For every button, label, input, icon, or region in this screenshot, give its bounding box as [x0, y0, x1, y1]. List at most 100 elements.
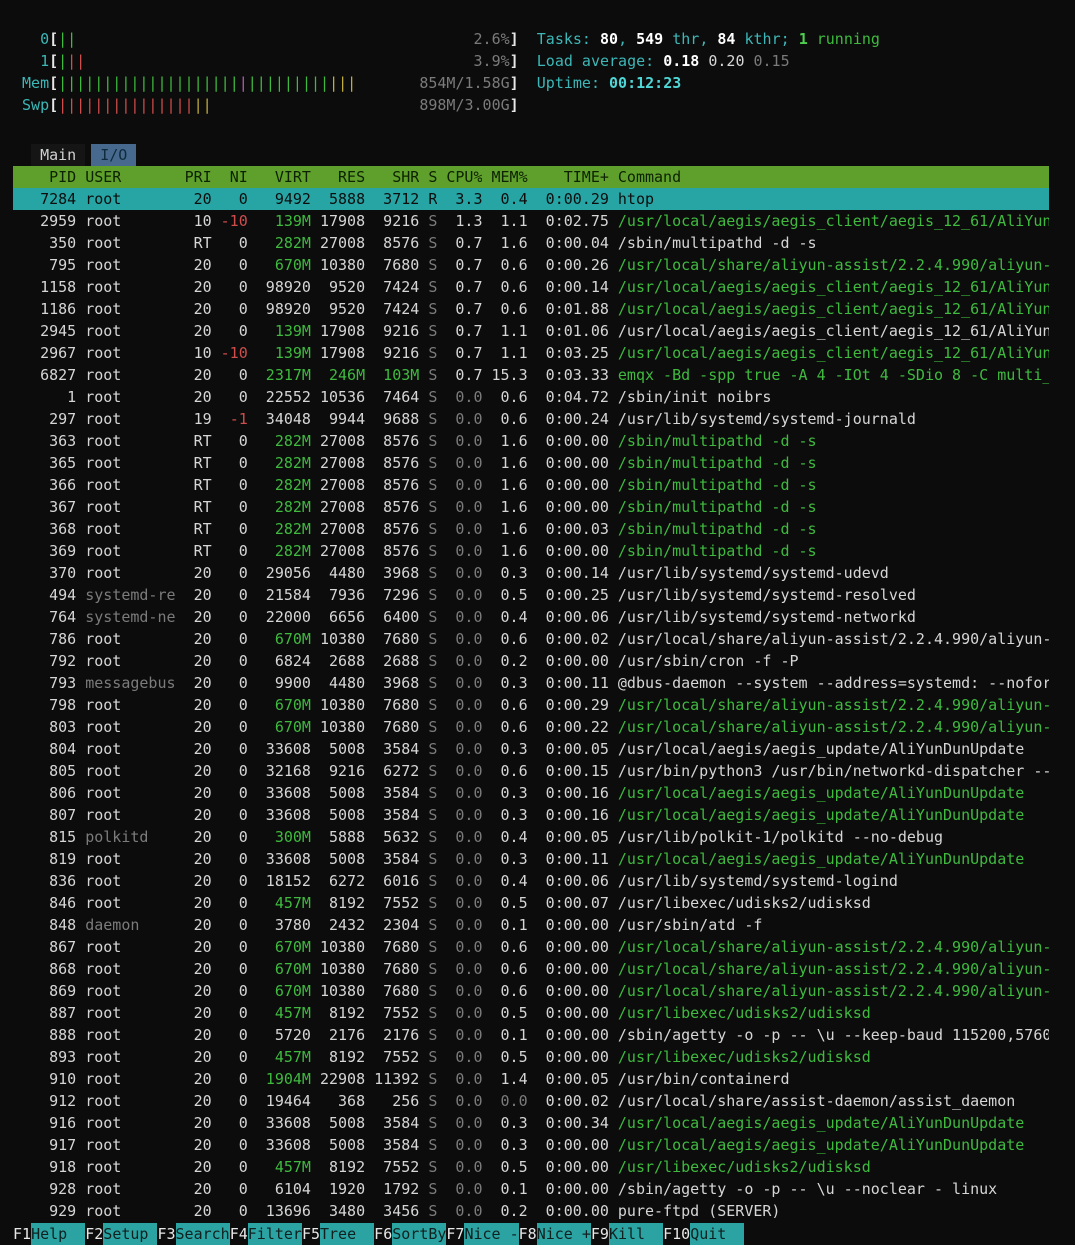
cell-cmd: /usr/sbin/cron -f -P	[617, 652, 799, 670]
process-row[interactable]: 1186 root 20 0 98920 9520 7424 S 0.7 0.6 0:01.88/u…	[13, 298, 1049, 320]
col-header-mem[interactable]: MEM%	[482, 166, 528, 188]
col-header-pri[interactable]: PRI	[185, 166, 212, 188]
process-row[interactable]: 792 root 20 0 6824 2688 2688 S 0.0 0.2 0:00.00/usr…	[13, 650, 1049, 672]
col-header-res[interactable]: RES	[311, 166, 365, 188]
process-row[interactable]: 2959 root 10 -10 139M 17908 9216 S 1.3 1.1 0:02.75…	[13, 210, 1049, 232]
process-row[interactable]: 917 root 20 0 33608 5008 3584 S 0.0 0.3 0:00.00/us…	[13, 1134, 1049, 1156]
process-row[interactable]: 2967 root 10 -10 139M 17908 9216 S 0.7 1.1 0:03.25…	[13, 342, 1049, 364]
tab-main[interactable]: Main	[31, 144, 86, 166]
process-row[interactable]: 803 root 20 0 670M 10380 7680 S 0.0 0.6 0:00.22/us…	[13, 716, 1049, 738]
process-row[interactable]: 918 root 20 0 457M 8192 7552 S 0.0 0.5 0:00.00/usr…	[13, 1156, 1049, 1178]
process-row[interactable]: 819 root 20 0 33608 5008 3584 S 0.0 0.3 0:00.11/us…	[13, 848, 1049, 870]
process-row[interactable]: 887 root 20 0 457M 8192 7552 S 0.0 0.5 0:00.00/usr…	[13, 1002, 1049, 1024]
process-row[interactable]: 793 messagebus 20 0 9900 4480 3968 S 0.0 0.3 0:00.…	[13, 672, 1049, 694]
cell-mem: 0.6	[500, 696, 528, 714]
process-row[interactable]: 369 root RT 0 282M 27008 8576 S 0.0 1.6 0:00.00/sb…	[13, 540, 1049, 562]
fkey-f6[interactable]: F6SortBy	[374, 1223, 446, 1245]
cell-virt: 18152	[265, 872, 311, 890]
process-row[interactable]: 370 root 20 0 29056 4480 3968 S 0.0 0.3 0:00.14/us…	[13, 562, 1049, 584]
cell-s: S	[428, 256, 438, 274]
col-header-virt[interactable]: VIRT	[248, 166, 311, 188]
process-row[interactable]: 807 root 20 0 33608 5008 3584 S 0.0 0.3 0:00.16/us…	[13, 804, 1049, 826]
col-header-state[interactable]: S	[419, 166, 437, 188]
process-row-selected[interactable]: 7284 root 20 0 9492 5888 3712 R 3.3 0.4 0:00.29 hto…	[13, 188, 1049, 210]
process-row[interactable]: 1158 root 20 0 98920 9520 7424 S 0.7 0.6 0:00.14/u…	[13, 276, 1049, 298]
process-row[interactable]: 297 root 19 -1 34048 9944 9688 S 0.0 0.6 0:00.24/u…	[13, 408, 1049, 430]
cell-user: root	[85, 278, 122, 296]
cell-mem: 0.3	[500, 674, 528, 692]
fkey-f7[interactable]: F7Nice -	[446, 1223, 519, 1245]
process-row[interactable]: 846 root 20 0 457M 8192 7552 S 0.0 0.5 0:00.07/usr…	[13, 892, 1049, 914]
fkey-f10[interactable]: F10Quit	[663, 1223, 745, 1245]
cell-virt: 22000	[265, 608, 311, 626]
cell-virt: 6824	[274, 652, 311, 670]
process-row[interactable]: 6827 root 20 0 2317M 246M 103M S 0.7 15.3 0:03.33 e…	[13, 364, 1049, 386]
cell-mem: 0.3	[500, 564, 528, 582]
process-row[interactable]: 350 root RT 0 282M 27008 8576 S 0.7 1.6 0:00.04/sb…	[13, 232, 1049, 254]
process-row[interactable]: 868 root 20 0 670M 10380 7680 S 0.0 0.6 0:00.00/us…	[13, 958, 1049, 980]
cell-time: 0:00.05	[545, 740, 609, 758]
process-row[interactable]: 764 systemd-ne 20 0 22000 6656 6400 S 0.0 0.4 0:00…	[13, 606, 1049, 628]
tab-io[interactable]: I/O	[91, 144, 137, 166]
process-row[interactable]: 893 root 20 0 457M 8192 7552 S 0.0 0.5 0:00.00/usr…	[13, 1046, 1049, 1068]
fkey-f3[interactable]: F3Search	[157, 1223, 230, 1245]
col-header-pid[interactable]: PID	[13, 166, 76, 188]
fkey-f9[interactable]: F9Kill	[591, 1223, 664, 1245]
cell-mem: 1.6	[500, 454, 528, 472]
process-row[interactable]: 928 root 20 0 6104 1920 1792 S 0.0 0.1 0:00.00/sbi…	[13, 1178, 1049, 1200]
process-row[interactable]: 836 root 20 0 18152 6272 6016 S 0.0 0.4 0:00.06/us…	[13, 870, 1049, 892]
process-row[interactable]: 869 root 20 0 670M 10380 7680 S 0.0 0.6 0:00.00/us…	[13, 980, 1049, 1002]
process-row[interactable]: 366 root RT 0 282M 27008 8576 S 0.0 1.6 0:00.00/sb…	[13, 474, 1049, 496]
cell-cmd: /usr/local/aegis/aegis_client/aegis_12_6…	[617, 322, 1049, 340]
fkey-number: F3	[157, 1225, 176, 1243]
process-row[interactable]: 867 root 20 0 670M 10380 7680 S 0.0 0.6 0:00.00/us…	[13, 936, 1049, 958]
process-row[interactable]: 367 root RT 0 282M 27008 8576 S 0.0 1.6 0:00.00/sb…	[13, 496, 1049, 518]
process-row[interactable]: 815 polkitd 20 0 300M 5888 5632 S 0.0 0.4 0:00.05 /…	[13, 826, 1049, 848]
process-row[interactable]: 795 root 20 0 670M 10380 7680 S 0.7 0.6 0:00.26/us…	[13, 254, 1049, 276]
col-header-shr[interactable]: SHR	[365, 166, 419, 188]
process-row[interactable]: 888 root 20 0 5720 2176 2176 S 0.0 0.1 0:00.00/sbi…	[13, 1024, 1049, 1046]
cell-cmd: /usr/bin/containerd	[617, 1070, 790, 1088]
process-row[interactable]: 494 systemd-re 20 0 21584 7936 7296 S 0.0 0.5 0:00…	[13, 584, 1049, 606]
fkey-label: Filter	[247, 1223, 302, 1245]
fkey-f2[interactable]: F2Setup	[85, 1223, 158, 1245]
process-row[interactable]: 912 root 20 0 19464 368 256 S 0.0 0.0 0:00.02/usr/…	[13, 1090, 1049, 1112]
process-row[interactable]: 786 root 20 0 670M 10380 7680 S 0.0 0.6 0:00.02/us…	[13, 628, 1049, 650]
process-row[interactable]: 804 root 20 0 33608 5008 3584 S 0.0 0.3 0:00.05/us…	[13, 738, 1049, 760]
cell-shr: 7680	[383, 256, 420, 274]
col-header-ni[interactable]: NI	[212, 166, 248, 188]
process-row[interactable]: 368 root RT 0 282M 27008 8576 S 0.0 1.6 0:00.03/sb…	[13, 518, 1049, 540]
cell-pri: 20	[193, 718, 212, 736]
cell-cpu: 0.0	[455, 564, 483, 582]
process-row[interactable]: 798 root 20 0 670M 10380 7680 S 0.0 0.6 0:00.29/us…	[13, 694, 1049, 716]
cell-res: 17908	[319, 344, 366, 362]
col-header-command[interactable]: Command	[609, 166, 1049, 188]
process-row[interactable]: 365 root RT 0 282M 27008 8576 S 0.0 1.6 0:00.00/sb…	[13, 452, 1049, 474]
process-row[interactable]: 805 root 20 0 32168 9216 6272 S 0.0 0.6 0:00.15/us…	[13, 760, 1049, 782]
col-header-time[interactable]: TIME+	[528, 166, 609, 188]
fkey-f1[interactable]: F1Help	[13, 1223, 86, 1245]
process-row[interactable]: 363 root RT 0 282M 27008 8576 S 0.0 1.6 0:00.00/sb…	[13, 430, 1049, 452]
cell-ni: 0	[238, 366, 248, 384]
fkey-f5[interactable]: F5Tree	[302, 1223, 375, 1245]
cell-user: polkitd	[85, 828, 149, 846]
cell-res: 8192	[329, 1048, 366, 1066]
cell-shr: 3584	[383, 784, 420, 802]
process-row[interactable]: 806 root 20 0 33608 5008 3584 S 0.0 0.3 0:00.16/us…	[13, 782, 1049, 804]
col-header-cpu[interactable]: CPU%▽	[437, 166, 482, 188]
uptime-label: Uptime:	[536, 74, 610, 92]
cell-cmd: htop	[617, 190, 655, 208]
process-row[interactable]: 929 root 20 0 13696 3480 3456 S 0.0 0.2 0:00.00 pur…	[13, 1200, 1049, 1222]
col-header-user[interactable]: USER	[76, 166, 184, 188]
cell-pri: 20	[193, 322, 212, 340]
cell-cpu: 0.0	[455, 1092, 483, 1110]
process-row[interactable]: 916 root 20 0 33608 5008 3584 S 0.0 0.3 0:00.34/us…	[13, 1112, 1049, 1134]
process-row[interactable]: 910 root 20 0 1904M 22908 11392 S 0.0 1.4 0:00.05 /…	[13, 1068, 1049, 1090]
meter-segment-green: |||||||||	[247, 74, 330, 92]
fkey-f4[interactable]: F4Filter	[230, 1223, 302, 1245]
process-row[interactable]: 1 root 20 0 22552 10536 7464 S 0.0 0.6 0:04.72/sbi…	[13, 386, 1049, 408]
process-row[interactable]: 848 daemon 20 0 3780 2432 2304 S 0.0 0.1 0:00.00/u…	[13, 914, 1049, 936]
cell-pid: 368	[49, 520, 77, 538]
fkey-f8[interactable]: F8Nice +	[519, 1223, 591, 1245]
process-row[interactable]: 2945 root 20 0 139M 17908 9216 S 0.7 1.1 0:01.06/u…	[13, 320, 1049, 342]
